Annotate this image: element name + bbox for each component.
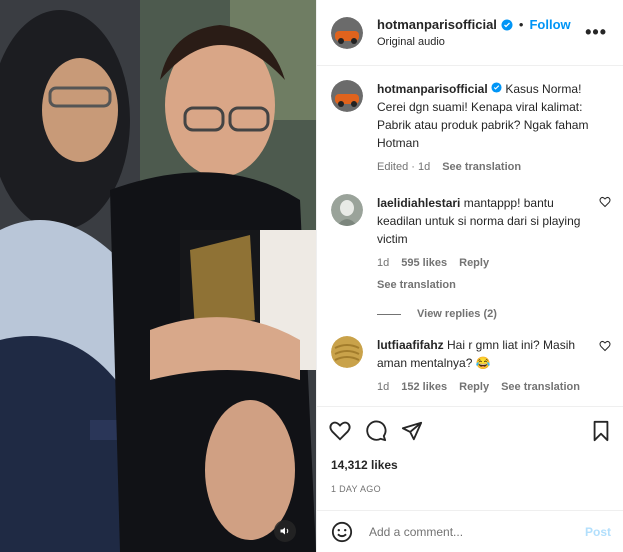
post-likes-count[interactable]: 14,312 likes [331,458,398,472]
emoji-smiley-icon[interactable] [331,521,353,543]
comments-list[interactable]: hotmanparisofficial Kasus Norma! Cerei d… [317,66,623,406]
see-translation-button[interactable]: See translation [501,378,580,396]
caption-username[interactable]: hotmanparisofficial [377,82,488,96]
avatar[interactable] [331,16,363,49]
comment-likes[interactable]: 152 likes [401,378,447,396]
verified-badge-icon [491,82,502,93]
separator-dot: • [518,17,524,32]
caption-see-translation[interactable]: See translation [442,158,521,176]
see-translation-button[interactable]: See translation [377,276,599,294]
like-comment-heart-icon[interactable] [599,196,611,211]
comment-item: laelidiahlestari mantappp! bantu keadila… [317,176,623,294]
caption: hotmanparisofficial Kasus Norma! Cerei d… [317,66,623,176]
header-username[interactable]: hotmanparisofficial [377,17,497,32]
view-replies-button[interactable]: View replies (2) [377,308,623,320]
add-comment-input[interactable] [367,523,585,540]
caption-edited-time: Edited · 1d [377,161,431,173]
save-bookmark-icon[interactable] [591,420,611,442]
comment-time: 1d [377,257,390,269]
comment-avatar[interactable] [331,336,363,368]
speaker-icon [280,527,289,535]
post-header: hotmanparisofficial • Follow Original au… [317,0,623,66]
post-date[interactable]: 1 DAY AGO [331,484,381,494]
reply-button[interactable]: Reply [459,378,489,396]
view-replies-label: View replies (2) [417,308,497,320]
reply-button[interactable]: Reply [459,254,489,272]
comment-username[interactable]: laelidiahlestari [377,196,460,210]
follow-button[interactable]: Follow [529,17,570,32]
post-side-panel: hotmanparisofficial • Follow Original au… [316,0,623,552]
comment-username[interactable]: lutfiaafifahz [377,338,444,352]
more-options-button[interactable]: ••• [581,22,611,43]
view-replies-divider [377,313,401,315]
like-comment-heart-icon[interactable] [599,340,611,355]
post-actions [317,406,623,454]
audio-label[interactable]: Original audio [377,36,581,48]
video-frame [0,0,316,552]
comment-item: lutfiaafifahz Hai r gmn liat ini? Masih … [317,320,623,396]
avatar-image [331,16,363,49]
add-comment-bar: Post [317,510,623,552]
comment-bubble-icon[interactable] [365,420,387,442]
verified-badge-icon [501,19,513,31]
post-media[interactable] [0,0,316,552]
comment-time: 1d [377,381,390,393]
post-comment-button[interactable]: Post [585,525,611,539]
audio-toggle-button[interactable] [274,520,296,542]
caption-avatar[interactable] [331,80,363,112]
share-send-icon[interactable] [401,420,423,442]
comment-avatar[interactable] [331,194,363,226]
comment-likes[interactable]: 595 likes [401,254,447,272]
like-heart-icon[interactable] [329,420,351,442]
